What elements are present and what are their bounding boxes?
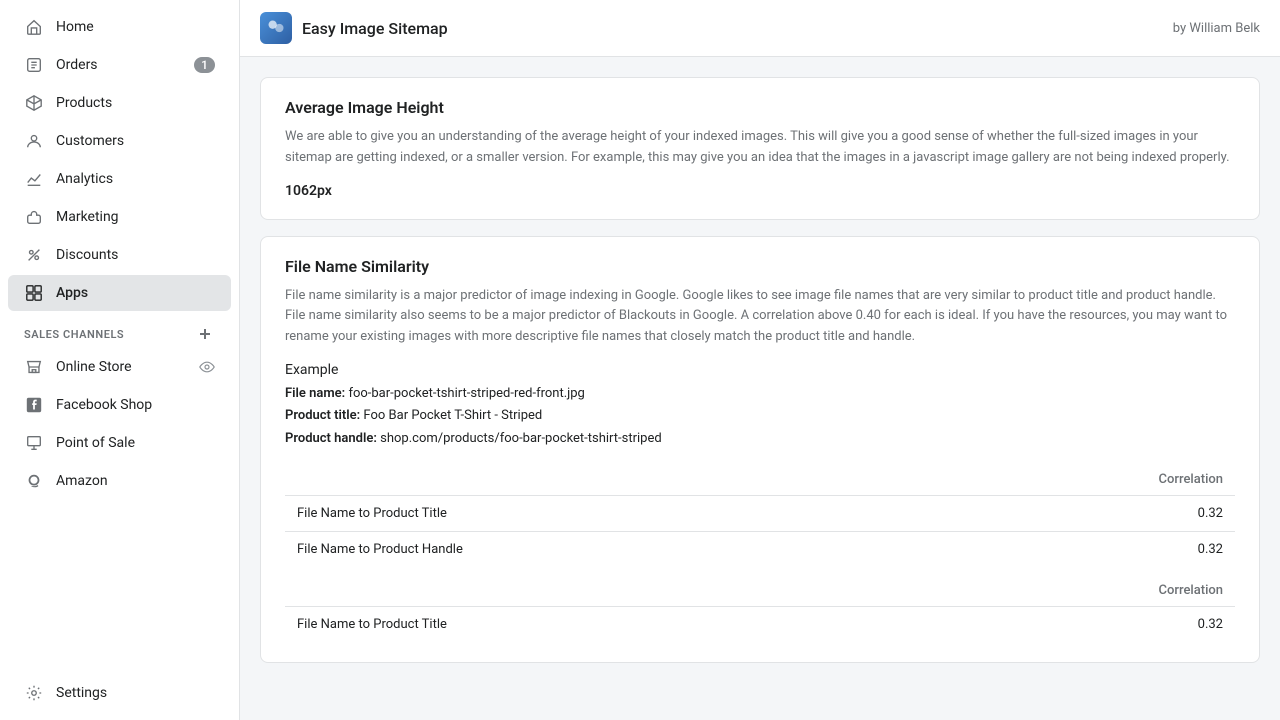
discounts-icon [24,245,44,265]
app-title: Easy Image Sitemap [302,19,448,38]
facebook-icon [24,395,44,415]
sidebar-item-online-store-label: Online Store [56,359,199,375]
file-name-similarity-title: File Name Similarity [285,257,1235,276]
table2-correlation-header: Correlation [915,575,1235,607]
example-title: Example [285,362,1235,378]
sidebar-item-customers[interactable]: Customers [8,123,231,159]
sidebar-item-point-of-sale[interactable]: Point of Sale [8,425,231,461]
sidebar-item-products[interactable]: Products [8,85,231,121]
avg-image-height-card: Average Image Height We are able to give… [260,77,1260,220]
example-product-handle-label: Product handle: [285,431,377,446]
apps-icon [24,283,44,303]
example-product-handle-value: shop.com/products/foo-bar-pocket-tshirt-… [380,431,662,446]
analytics-icon [24,169,44,189]
main-content: Easy Image Sitemap by William Belk Avera… [240,0,1280,720]
settings-icon [24,683,44,703]
sidebar-item-orders[interactable]: Orders 1 [8,47,231,83]
sidebar: Home Orders 1 Products Customers [0,0,240,720]
sidebar-item-settings[interactable]: Settings [8,675,231,711]
sidebar-item-apps-label: Apps [56,285,215,301]
topbar: Easy Image Sitemap by William Belk [240,0,1280,57]
sidebar-item-marketing[interactable]: Marketing [8,199,231,235]
sidebar-item-home[interactable]: Home [8,9,231,45]
example-file-name-value: foo-bar-pocket-tshirt-striped-red-front.… [348,386,584,401]
table2-empty-header [285,575,915,607]
add-sales-channel-button[interactable] [195,324,215,344]
example-file-name-row: File name: foo-bar-pocket-tshirt-striped… [285,384,1235,404]
similarity-table-1: Correlation File Name to Product Title0.… [285,464,1235,567]
row-label: File Name to Product Title [285,496,933,532]
row-label: File Name to Product Title [285,607,915,643]
table1-empty-header [285,464,933,496]
sidebar-item-point-of-sale-label: Point of Sale [56,435,215,451]
file-name-similarity-description: File name similarity is a major predicto… [285,286,1235,348]
avg-image-height-description: We are able to give you an understanding… [285,127,1235,169]
row-label: File Name to Product Handle [285,532,933,568]
amazon-icon [24,471,44,491]
products-icon [24,93,44,113]
sidebar-item-products-label: Products [56,95,215,111]
table-row: File Name to Product Title0.32 [285,496,1235,532]
table1-correlation-header: Correlation [933,464,1235,496]
sales-channels-header: Sales Channels [8,312,231,348]
sidebar-item-facebook-shop[interactable]: Facebook Shop [8,387,231,423]
sidebar-item-online-store[interactable]: Online Store [8,349,231,385]
example-product-handle-row: Product handle: shop.com/products/foo-ba… [285,429,1235,449]
example-file-name-label: File name: [285,386,345,401]
example-product-title-row: Product title: Foo Bar Pocket T-Shirt - … [285,406,1235,426]
sidebar-item-marketing-label: Marketing [56,209,215,225]
sidebar-item-discounts[interactable]: Discounts [8,237,231,273]
table-row: File Name to Product Handle0.32 [285,532,1235,568]
sidebar-item-analytics-label: Analytics [56,171,215,187]
home-icon [24,17,44,37]
orders-icon [24,55,44,75]
avg-image-height-value: 1062px [285,183,1235,199]
sidebar-item-discounts-label: Discounts [56,247,215,263]
sidebar-item-analytics[interactable]: Analytics [8,161,231,197]
customers-icon [24,131,44,151]
file-name-similarity-card: File Name Similarity File name similarit… [260,236,1260,664]
app-title-area: Easy Image Sitemap [260,12,448,44]
app-logo [260,12,292,44]
example-section: Example File name: foo-bar-pocket-tshirt… [285,362,1235,449]
sidebar-item-orders-label: Orders [56,57,194,73]
example-product-title-value: Foo Bar Pocket T-Shirt - Striped [363,408,542,423]
sidebar-item-amazon[interactable]: Amazon [8,463,231,499]
sidebar-item-home-label: Home [56,19,215,35]
row-value: 0.32 [933,532,1235,568]
by-author: by William Belk [1173,21,1260,36]
orders-badge: 1 [194,57,215,73]
avg-image-height-title: Average Image Height [285,98,1235,117]
sidebar-item-settings-label: Settings [56,685,215,701]
row-value: 0.32 [915,607,1235,643]
example-product-title-label: Product title: [285,408,360,423]
table-row: File Name to Product Title0.32 [285,607,1235,643]
marketing-icon [24,207,44,227]
pos-icon [24,433,44,453]
store-icon [24,357,44,377]
content-area: Average Image Height We are able to give… [240,57,1280,683]
sidebar-item-customers-label: Customers [56,133,215,149]
row-value: 0.32 [933,496,1235,532]
sidebar-item-amazon-label: Amazon [56,473,215,489]
sidebar-item-facebook-shop-label: Facebook Shop [56,397,215,413]
eye-icon[interactable] [199,359,215,375]
sidebar-item-apps[interactable]: Apps [8,275,231,311]
similarity-table-2: Correlation File Name to Product Title0.… [285,575,1235,642]
